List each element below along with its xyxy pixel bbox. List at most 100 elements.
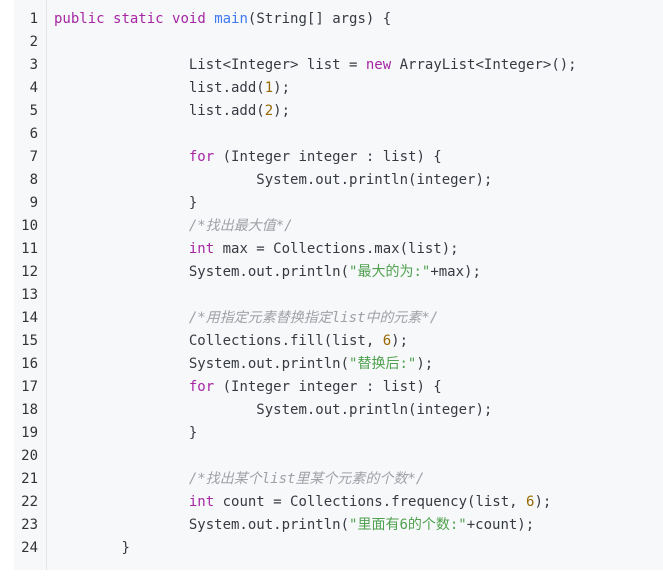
code-token: System.out.println( [188,264,350,280]
code-line: for (Integer integer : list) { [54,376,442,399]
code-token: /*找出某个list里某个元素的个数*/ [188,471,425,487]
code-token: list.add( [188,103,265,119]
code-line: System.out.println("替换后:"); [54,353,433,376]
code-token: /*找出最大值*/ [188,218,293,234]
code-token: (Integer integer : list) { [214,379,442,395]
line-number: 11 [21,241,38,257]
code-token: +max); [430,264,481,280]
code-token: for [188,379,215,395]
code-token: ); [416,356,434,372]
code-line: int max = Collections.max(list); [54,238,459,261]
line-number: 3 [29,57,38,73]
code-line: public static void main(String[] args) { [54,8,391,31]
code-token: count = Collections.frequency(list, [214,494,527,510]
code-line: System.out.println(integer); [54,399,492,422]
code-token: main [214,11,248,27]
code-token: (String[] args) { [247,11,392,27]
code-token: int [188,241,215,257]
code-line: for (Integer integer : list) { [54,146,442,169]
code-line: /*找出某个list里某个元素的个数*/ [54,468,424,491]
code-line: } [54,537,129,560]
code-token: max = Collections.max(list); [214,241,459,257]
line-number: 1 [29,11,38,27]
code-token: System.out.println( [188,356,350,372]
line-number: 13 [21,287,38,303]
line-number: 20 [21,448,38,464]
code-token: static [113,11,164,27]
code-token: void [172,11,206,27]
code-token: } [188,425,198,441]
line-number: 10 [21,218,38,234]
line-number: 16 [21,356,38,372]
code-token: int [188,494,215,510]
code-token: ); [273,103,291,119]
code-line: list.add(1); [54,77,290,100]
line-number: 23 [21,517,38,533]
line-number: 8 [29,172,38,188]
line-number: 9 [29,195,38,211]
code-token: public [54,11,105,27]
line-number: 18 [21,402,38,418]
gutter-divider [46,0,47,570]
code-token: /*用指定元素替换指定list中的元素*/ [188,310,439,326]
code-token: 6 [382,333,392,349]
line-number: 4 [29,80,38,96]
code-token: List<Integer> list = [188,57,366,73]
code-line: System.out.println("最大的为:"+max); [54,261,481,284]
line-number: 22 [21,494,38,510]
line-number: 5 [29,103,38,119]
code-token: (Integer integer : list) { [214,149,442,165]
code-token: ); [391,333,409,349]
code-token: +count); [466,517,535,533]
code-line: Collections.fill(list, 6); [54,330,408,353]
code-token: list.add( [188,80,265,96]
line-number: 17 [21,379,38,395]
code-token: for [188,149,215,165]
code-token: Collections.fill(list, [188,333,383,349]
code-token: new [365,57,392,73]
code-line: } [54,422,197,445]
code-token: "里面有6的个数:" [349,517,467,533]
line-number: 6 [29,126,38,142]
code-line: System.out.println(integer); [54,169,492,192]
line-number: 2 [29,34,38,50]
line-number: 15 [21,333,38,349]
code-lines: public static void main(String[] args) {… [54,0,663,570]
line-number: 19 [21,425,38,441]
line-number: 24 [21,540,38,556]
code-token: System.out.println(integer); [256,172,493,188]
code-token: ); [273,80,291,96]
code-block: 1 2 3 4 5 6 7 8 9 10 11 12 13 14 15 16 17 18 19 20 21 22 23 24 … [14,0,663,570]
code-line: int count = Collections.frequency(list, … [54,491,551,514]
line-number-gutter: 1 2 3 4 5 6 7 8 9 10 11 12 13 14 15 16 17 18 19 20 21 22 23 24 [14,0,42,570]
line-number: 7 [29,149,38,165]
line-number: 21 [21,471,38,487]
code-line: list.add(2); [54,100,290,123]
line-number: 12 [21,264,38,280]
code-token: System.out.println( [188,517,350,533]
code-token: "替换后:" [349,356,417,372]
line-number: 14 [21,310,38,326]
code-token: ); [534,494,552,510]
code-token: System.out.println(integer); [256,402,493,418]
